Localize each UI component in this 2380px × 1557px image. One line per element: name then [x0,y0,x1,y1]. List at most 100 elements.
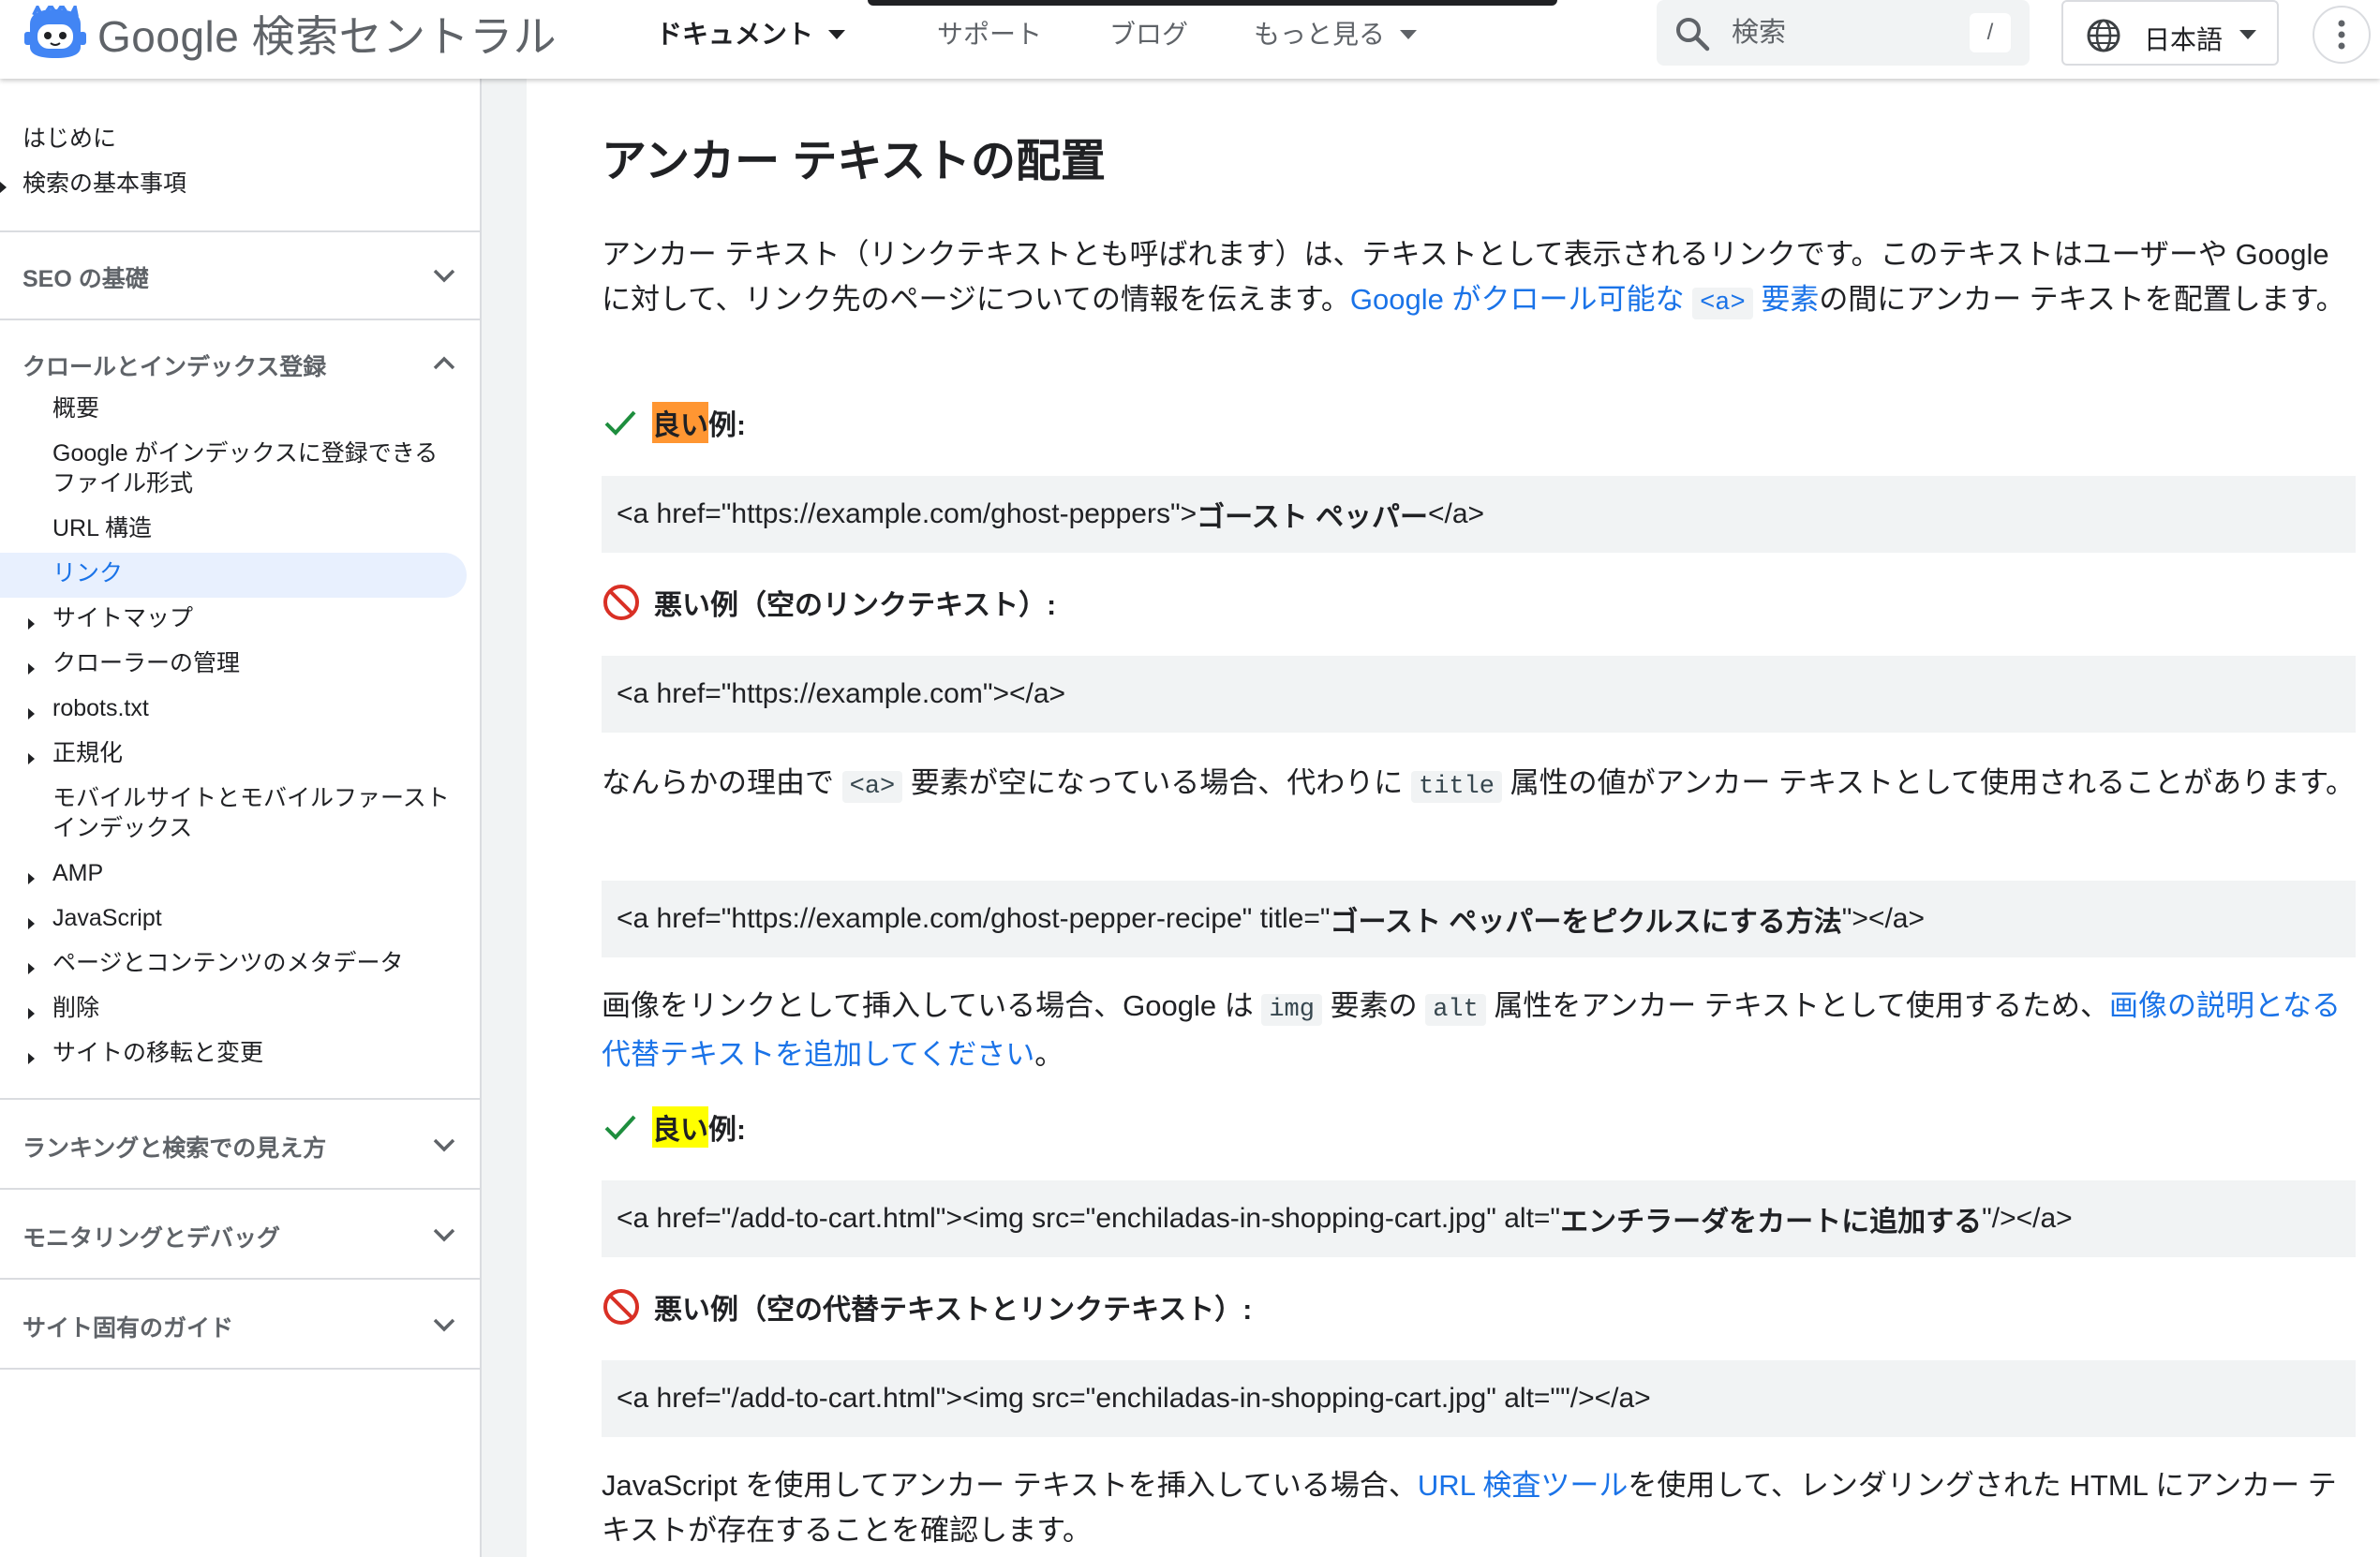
sidebar-section-site-guides[interactable]: サイト固有のガイド [22,1310,233,1343]
code-bold-text: ゴースト ペッパーをピクルスにする方法 [1330,907,1842,938]
expand-arrow-icon[interactable] [28,873,35,884]
check-icon [604,1115,636,1140]
para-text: 要素が空になっている場合、代わりに [910,766,1404,799]
para-text: 属性をアンカー テキストとして使用するため、 [1494,989,2109,1022]
globe-icon [2087,19,2120,52]
site-title: Google 検索セントラル [97,12,558,61]
dropdown-caret-icon [2239,30,2256,39]
code-text: "></a> [1841,903,1925,934]
good-example-image-label: 良い 例: [602,1105,746,1149]
good-example-label: 良い 例: [602,401,746,444]
nav-tab-more[interactable]: もっと見る [1254,0,1418,66]
para-text: JavaScript を使用してアンカー テキストを挿入している場合、 [602,1469,1418,1502]
para-text: 属性の値がアンカー テキストとして使用されることがあります。 [1510,766,2355,799]
nav-tab-label: もっと見る [1254,20,1386,49]
sidebar-section-seo-basics[interactable]: SEO の基礎 [22,260,149,294]
code-block-empty-link: <a href="https://example.com"></a> [602,656,2356,733]
search-box[interactable]: / [1657,0,2030,66]
sidebar-gutter [482,79,527,1557]
para-text: 。 [1034,1038,1064,1071]
article-content: アンカー テキストの配置 アンカー テキスト（リンクテキストとも呼ばれます）は、… [527,79,2380,1557]
overlay-popup-edge [868,0,1557,6]
code-block-title-attr: <a href="https://example.com/ghost-peppe… [602,881,2356,957]
expand-arrow-icon[interactable] [0,182,7,193]
sidebar-item-search-basics[interactable]: 検索の基本事項 [22,169,186,199]
expand-arrow-icon[interactable] [28,918,35,929]
expand-arrow-icon[interactable] [28,708,35,719]
chevron-down-icon[interactable] [429,1220,459,1250]
sidebar-item-amp[interactable]: AMP [52,858,103,888]
nav-tab-blog[interactable]: ブログ [1109,0,1188,66]
sidebar-divider [0,319,482,320]
sidebar-section-monitoring[interactable]: モニタリングとデバッグ [22,1220,280,1253]
sidebar-item-overview[interactable]: 概要 [52,393,99,423]
code-text: <a href="https://example.com/ghost-peppe… [617,903,1331,934]
site-logo[interactable]: Google 検索セントラル [24,6,557,62]
expand-arrow-icon[interactable] [28,618,35,630]
sidebar-section-crawl-index[interactable]: クロールとインデックス登録 [22,348,326,382]
search-input[interactable] [1732,13,1919,52]
sidebar-section-ranking[interactable]: ランキングと検索での見え方 [22,1130,326,1164]
label-rest: 例: [708,410,746,441]
sidebar-divider [0,1188,482,1190]
crawlable-link[interactable]: Google がクロール可能な [1350,283,1685,316]
sidebar-item-file-types[interactable]: Google がインデックスに登録できるファイル形式 [52,438,455,498]
element-link[interactable]: 要素 [1761,283,1819,316]
sidebar-item-mobile-first[interactable]: モバイルサイトとモバイルファースト インデックス [52,783,455,843]
bad-example-empty-alt-label: 悪い例（空の代替テキストとリンクテキスト）: [602,1285,1252,1328]
search-shortcut-hint: / [1970,13,2011,52]
chevron-down-icon[interactable] [429,1130,459,1160]
code-text: <a href="https://example.com/ghost-peppe… [617,498,1197,529]
sidebar-item-links[interactable]: リンク [52,558,123,588]
sidebar-item-crawler-management[interactable]: クローラーの管理 [52,648,240,678]
language-selector[interactable]: 日本語 [2061,0,2279,66]
code-text: <a href="https://example.com"></a> [617,678,1066,709]
search-central-mascot-icon [24,6,86,58]
sidebar-item-robots-txt[interactable]: robots.txt [52,693,149,723]
nav-tab-label: ブログ [1109,20,1189,49]
code-block-good-link: <a href="https://example.com/ghost-peppe… [602,476,2356,553]
sidebar-item-page-metadata[interactable]: ページとコンテンツのメタデータ [52,948,404,978]
sidebar-item-site-moves[interactable]: サイトの移転と変更 [52,1038,263,1068]
sidebar-item-canonicalization[interactable]: 正規化 [52,738,123,768]
dropdown-caret-icon [1400,30,1418,39]
code-text: </a> [1428,498,1485,529]
para-text: 画像をリンクとして挿入している場合、Google は [602,989,1254,1022]
label-rest: 例: [708,1115,746,1146]
inline-code-img: img [1261,994,1322,1026]
sidebar-item-sitemaps[interactable]: サイトマップ [52,603,193,633]
prohibited-icon [603,1289,639,1325]
more-options-button[interactable] [2313,6,2371,64]
expand-arrow-icon[interactable] [28,1053,35,1064]
inline-code-title: title [1410,771,1502,803]
chevron-up-icon[interactable] [429,348,459,378]
expand-arrow-icon[interactable] [28,753,35,764]
nav-tab-documents[interactable]: ドキュメント [656,0,846,66]
sidebar-item-javascript[interactable]: JavaScript [52,903,162,933]
inline-code-a-link[interactable]: <a> [1692,288,1753,319]
chevron-down-icon[interactable] [429,1310,459,1340]
code-block-empty-alt: <a href="/add-to-cart.html"><img src="en… [602,1360,2356,1437]
expand-arrow-icon[interactable] [28,663,35,675]
sidebar-divider [0,1368,482,1370]
chevron-down-icon[interactable] [429,260,459,290]
url-inspection-tool-link[interactable]: URL 検査ツール [1418,1469,1628,1502]
expand-arrow-icon[interactable] [28,1008,35,1019]
title-attr-paragraph: なんらかの理由で <a> 要素が空になっている場合、代わりに title 属性の… [602,761,2363,809]
more-vert-icon [2338,20,2345,50]
code-text: <a href="/add-to-cart.html"><img src="en… [617,1383,1651,1414]
sidebar-item-removals[interactable]: 削除 [52,993,99,1023]
label-text: 悪い例（空のリンクテキスト）: [654,590,1057,621]
bad-example-empty-link-label: 悪い例（空のリンクテキスト）: [602,581,1056,624]
inline-code-alt: alt [1425,994,1486,1026]
search-icon [1676,18,1710,52]
sidebar-divider [0,1098,482,1100]
sidebar-item-intro[interactable]: はじめに [22,124,116,154]
sidebar-item-url-structure[interactable]: URL 構造 [52,513,152,543]
javascript-paragraph: JavaScript を使用してアンカー テキストを挿入している場合、URL 検… [602,1463,2363,1553]
nav-tab-label: ドキュメント [656,20,814,49]
nav-tab-support[interactable]: サポート [937,0,1042,66]
expand-arrow-icon[interactable] [28,963,35,974]
sidebar-divider [0,230,482,232]
left-nav-sidebar: はじめに 検索の基本事項 SEO の基礎 クロールとインデックス登録 概要 Go… [0,79,482,1557]
